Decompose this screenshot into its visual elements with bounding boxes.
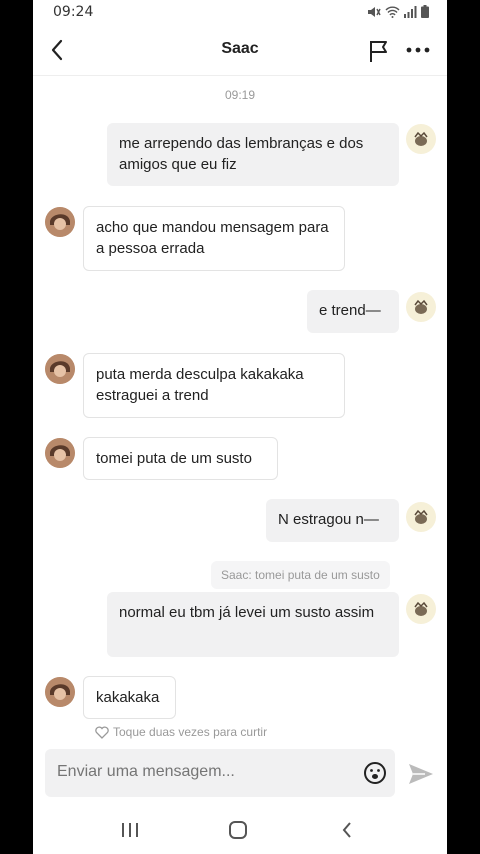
battery-icon [421, 5, 429, 18]
send-icon [409, 764, 433, 784]
avatar-icon [45, 677, 75, 707]
home-icon [229, 821, 247, 839]
more-options-button[interactable] [405, 40, 431, 60]
contact-avatar[interactable] [45, 677, 75, 707]
mute-icon [368, 6, 381, 17]
more-dots-icon [406, 47, 430, 53]
chevron-left-icon [342, 822, 351, 838]
incoming-message[interactable]: acho que mandou mensagem para a pessoa e… [83, 206, 345, 271]
wifi-icon [385, 6, 400, 18]
my-avatar[interactable] [406, 594, 436, 624]
avatar-icon [414, 509, 428, 524]
my-avatar[interactable] [406, 502, 436, 532]
contact-avatar[interactable] [45, 207, 75, 237]
chat-header: Saac [33, 26, 447, 76]
my-avatar[interactable] [406, 124, 436, 154]
contact-avatar[interactable] [45, 438, 75, 468]
recent-apps-icon [122, 823, 138, 837]
report-button[interactable] [367, 38, 391, 64]
avatar-icon [414, 299, 428, 314]
avatar-icon [45, 438, 75, 468]
heart-icon[interactable] [95, 725, 109, 739]
message-input[interactable] [57, 763, 347, 781]
status-time: 09:24 [53, 4, 94, 20]
avatar-icon [45, 207, 75, 237]
status-icons [367, 5, 429, 18]
avatar-icon [414, 601, 428, 616]
signal-icon [404, 5, 417, 18]
system-nav-bar [33, 806, 447, 854]
outgoing-message[interactable]: me arrependo das lembranças e dos amigos… [107, 123, 399, 186]
like-hint: Toque duas vezes para curtir [95, 725, 267, 739]
incoming-message[interactable]: tomei puta de um susto [83, 437, 278, 480]
chat-screen: 09:24 Saac 09:19 me arrependo das lembra… [33, 0, 447, 854]
avatar-icon [414, 131, 428, 146]
outgoing-message[interactable]: e trend— [307, 290, 399, 333]
chat-timestamp: 09:19 [224, 88, 256, 102]
my-avatar[interactable] [406, 292, 436, 322]
outgoing-message[interactable]: N estragou n— [266, 499, 399, 542]
incoming-message[interactable]: kakakaka [83, 676, 176, 719]
emoji-icon [364, 762, 386, 784]
home-button[interactable] [227, 820, 249, 840]
recent-apps-button[interactable] [119, 820, 141, 840]
outgoing-message[interactable]: normal eu tbm já levei um susto assim [107, 592, 399, 657]
flag-icon [370, 41, 387, 62]
contact-avatar[interactable] [45, 354, 75, 384]
incoming-message[interactable]: puta merda desculpa kakakaka estraguei a… [83, 353, 345, 418]
message-composer [45, 749, 395, 797]
emoji-button[interactable] [363, 761, 387, 785]
system-back-button[interactable] [337, 820, 359, 840]
avatar-icon [45, 354, 75, 384]
reply-preview[interactable]: Saac: tomei puta de um susto [211, 561, 390, 589]
send-button[interactable] [407, 760, 435, 788]
like-hint-text: Toque duas vezes para curtir [113, 725, 268, 739]
status-bar: 09:24 [33, 0, 447, 26]
